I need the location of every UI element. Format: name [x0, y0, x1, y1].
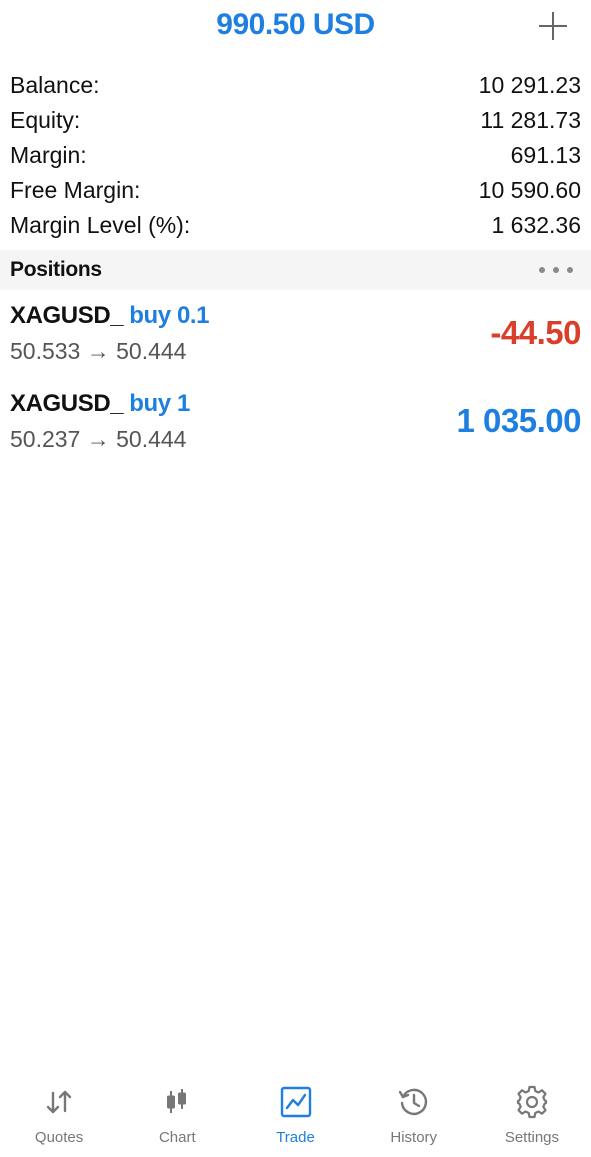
tab-settings[interactable]: Settings	[473, 1077, 591, 1157]
position-row[interactable]: XAGUSD_ buy 0.1 50.533 → 50.444 -44.50	[0, 296, 591, 384]
balance-value: 10 291.23	[478, 72, 581, 98]
position-symbol: XAGUSD_	[10, 302, 124, 329]
account-profit-title: 990.50 USD	[216, 8, 375, 41]
trade-trend-icon	[280, 1086, 311, 1118]
tab-chart[interactable]: Chart	[118, 1077, 236, 1157]
free-margin-value: 10 590.60	[478, 177, 581, 203]
more-horizontal-icon[interactable]	[539, 267, 573, 275]
equity-label: Equity:	[10, 107, 81, 133]
account-summary: Balance: 10 291.23 Equity: 11 281.73 Mar…	[0, 68, 591, 243]
candlestick-chart-icon	[167, 1089, 187, 1113]
position-prices: 50.237 → 50.444	[10, 426, 187, 452]
tab-quotes[interactable]: Quotes	[0, 1077, 118, 1157]
position-prices: 50.533 → 50.444	[10, 338, 187, 364]
position-symbol: XAGUSD_	[10, 390, 124, 417]
summary-row-margin: Margin: 691.13	[0, 138, 591, 173]
summary-row-balance: Balance: 10 291.23	[0, 68, 591, 103]
quotes-arrows-icon	[46, 1090, 72, 1114]
position-title: XAGUSD_ buy 0.1	[10, 302, 210, 330]
position-side: buy 0.1	[129, 302, 210, 329]
position-row[interactable]: XAGUSD_ buy 1 50.237 → 50.444 1 035.00	[0, 384, 591, 472]
tab-label: Chart	[158, 1129, 196, 1146]
gear-icon	[516, 1085, 548, 1119]
equity-value: 11 281.73	[480, 107, 581, 133]
tab-trade[interactable]: Trade	[236, 1077, 354, 1157]
positions-section-header: Positions	[0, 250, 591, 290]
position-title: XAGUSD_ buy 1	[10, 390, 190, 418]
margin-value: 691.13	[510, 142, 581, 168]
position-profit: 1 035.00	[456, 402, 582, 439]
tab-label: History	[390, 1129, 438, 1146]
positions-list: XAGUSD_ buy 0.1 50.533 → 50.444 -44.50 XA…	[0, 296, 591, 472]
margin-level-label: Margin Level (%):	[10, 212, 191, 238]
summary-row-free-margin: Free Margin: 10 590.60	[0, 173, 591, 208]
tab-label: Quotes	[34, 1129, 84, 1146]
tab-history[interactable]: History	[355, 1077, 473, 1157]
free-margin-label: Free Margin:	[10, 177, 141, 203]
summary-row-margin-level: Margin Level (%): 1 632.36	[0, 208, 591, 243]
tab-label: Settings	[504, 1129, 560, 1146]
top-bar: 990.50 USD	[0, 0, 591, 56]
positions-title: Positions	[10, 258, 102, 281]
position-side: buy 1	[129, 390, 190, 417]
bottom-tab-bar: Quotes Chart Trade History Settings	[0, 1077, 591, 1157]
tab-label: Trade	[276, 1129, 315, 1146]
margin-label: Margin:	[10, 142, 87, 168]
summary-row-equity: Equity: 11 281.73	[0, 103, 591, 138]
plus-icon[interactable]	[537, 10, 569, 42]
margin-level-value: 1 632.36	[491, 212, 581, 238]
history-clock-icon	[398, 1088, 427, 1116]
balance-label: Balance:	[10, 72, 100, 98]
position-profit: -44.50	[490, 314, 581, 351]
